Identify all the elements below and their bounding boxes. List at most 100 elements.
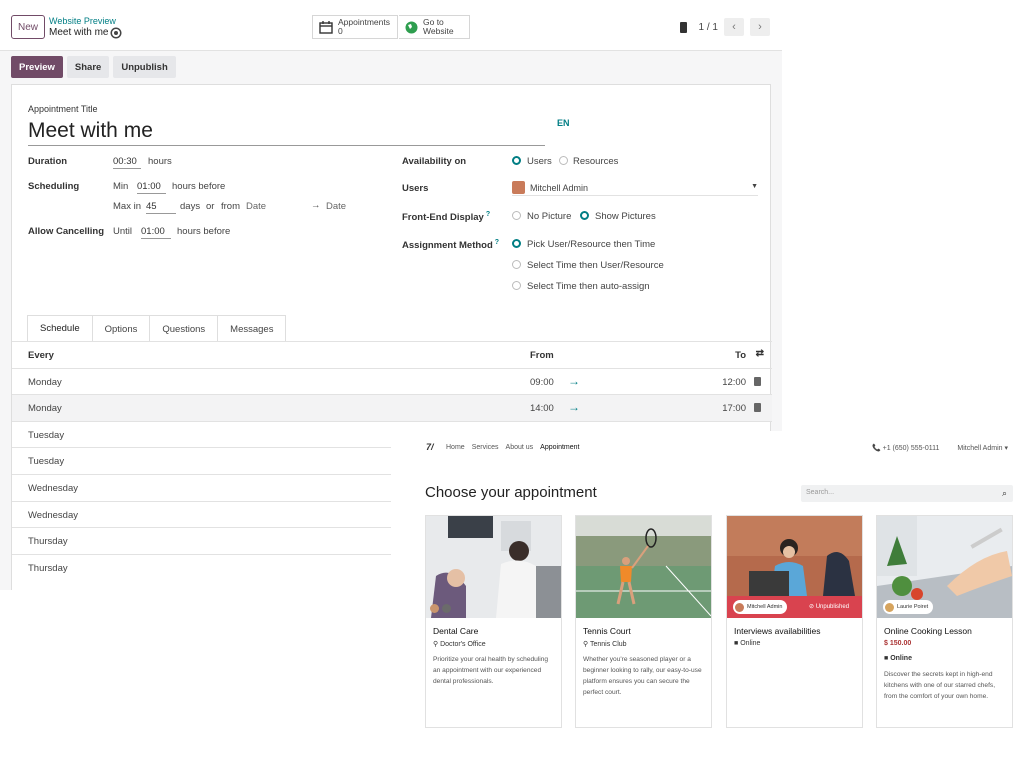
pager-value[interactable]: 1 / 1	[699, 22, 718, 33]
go-to-website-button[interactable]: Go to Website	[399, 15, 470, 39]
nav-services[interactable]: Services	[472, 444, 499, 451]
tab-questions[interactable]: Questions	[149, 315, 219, 342]
appointments-smart-button[interactable]: Appointments 0	[312, 15, 398, 39]
assignment-option-2-label[interactable]: Select Time then User/Resource	[527, 260, 664, 271]
min-label: Min	[113, 181, 129, 192]
users-value: Mitchell Admin	[530, 183, 589, 193]
help-icon[interactable]: ?	[486, 211, 490, 218]
assignment-option-3-radio[interactable]	[512, 281, 521, 290]
staff-badge: Mitchell Admin	[733, 600, 788, 614]
duration-unit: hours	[148, 156, 172, 167]
staff-badge-name: Mitchell Admin	[747, 604, 783, 610]
breadcrumb[interactable]: Website Preview	[49, 16, 116, 26]
column-settings-icon[interactable]: ⇄	[756, 348, 764, 359]
users-select[interactable]: Mitchell Admin ▼	[512, 181, 758, 196]
row-day: Tuesday	[28, 456, 65, 468]
card-title: Dental Care	[433, 626, 479, 636]
arrow-right-icon: →	[568, 373, 580, 388]
website-logo[interactable]: 7/	[426, 442, 434, 452]
new-button[interactable]: New	[11, 15, 45, 39]
duration-input[interactable]: 00:30	[113, 156, 141, 169]
card-location: ■ Online	[884, 655, 912, 662]
staff-avatars	[430, 602, 451, 615]
card-title: Online Cooking Lesson	[884, 626, 972, 636]
card-description: Whether you're seasoned player or a begi…	[583, 656, 702, 696]
row-from[interactable]: 09:00	[530, 377, 554, 388]
website-preview: 7/ Home Services About us Appointment 📞 …	[391, 431, 1024, 759]
assignment-option-2-radio[interactable]	[512, 260, 521, 269]
caret-down-icon: ▾	[1004, 445, 1008, 452]
frontend-nopicture-label[interactable]: No Picture	[527, 211, 571, 222]
help-icon[interactable]: ?	[495, 239, 499, 246]
frontend-showpictures-label[interactable]: Show Pictures	[595, 211, 656, 222]
card-location-text: Online	[740, 640, 761, 647]
unpublish-button[interactable]: Unpublish	[113, 56, 176, 78]
date-to-input[interactable]: Date	[326, 201, 346, 212]
clipboard-icon[interactable]	[679, 21, 687, 33]
pager-next-button[interactable]: ›	[750, 18, 770, 36]
tab-options[interactable]: Options	[91, 315, 151, 342]
availability-users-radio[interactable]	[512, 156, 521, 165]
appointment-card-tennis[interactable]: Tennis Court ⚲ Tennis Club Whether you'r…	[575, 515, 712, 728]
user-menu[interactable]: Mitchell Admin ▾	[957, 444, 1008, 452]
nav-home[interactable]: Home	[446, 444, 465, 451]
phone-number: +1 (650) 555-0111	[882, 445, 940, 452]
assignment-option-3-label[interactable]: Select Time then auto-assign	[527, 281, 650, 292]
nav-appointment[interactable]: Appointment	[540, 444, 579, 451]
appointment-card-cooking[interactable]: Laurie Poiret Online Cooking Lesson $ 15…	[876, 515, 1013, 728]
or-label: or	[206, 201, 215, 212]
availability-resources-radio[interactable]	[559, 156, 568, 165]
control-panel: New Website Preview Meet with me Appoint…	[0, 0, 782, 51]
appointment-card-dental[interactable]: Dental Care ⚲ Doctor's Office Prioritize…	[425, 515, 562, 728]
phone-link[interactable]: 📞 +1 (650) 555-0111	[872, 444, 939, 452]
share-button[interactable]: Share	[66, 56, 110, 78]
row-from[interactable]: 14:00	[530, 403, 554, 414]
appointments-label: Appointments	[338, 17, 390, 27]
max-input[interactable]: 45	[146, 201, 176, 214]
avatar	[512, 181, 525, 194]
website-nav-links: Home Services About us Appointment	[446, 444, 579, 451]
pager-previous-button[interactable]: ‹	[724, 18, 744, 36]
trash-icon[interactable]	[754, 376, 761, 386]
row-day: Thursday	[28, 562, 68, 574]
tab-schedule[interactable]: Schedule	[27, 315, 93, 342]
preview-button[interactable]: Preview	[11, 56, 63, 78]
card-location: ⚲ Tennis Club	[583, 640, 627, 648]
assignment-option-1-label[interactable]: Pick User/Resource then Time	[527, 239, 655, 250]
avatar	[885, 602, 894, 612]
row-to[interactable]: 12:00	[722, 377, 746, 388]
table-header: Every From To ⇄	[12, 341, 772, 368]
min-input[interactable]: 01:00	[137, 181, 166, 194]
table-row[interactable]: Monday 14:00 → 17:00	[12, 394, 772, 421]
date-arrow: →	[311, 200, 321, 211]
availability-resources-label[interactable]: Resources	[573, 156, 618, 167]
frontend-nopicture-radio[interactable]	[512, 211, 521, 220]
users-label: Users	[402, 183, 429, 194]
frontend-showpictures-radio[interactable]	[580, 211, 589, 220]
calendar-icon	[319, 20, 333, 34]
header-every: Every	[28, 350, 54, 361]
availability-users-label[interactable]: Users	[527, 156, 552, 167]
card-description: Discover the secrets kept in high-end ki…	[884, 671, 996, 700]
card-location-text: Tennis Club	[589, 641, 627, 648]
appointment-card-interviews[interactable]: Mitchell Admin ⊘ Unpublished Interviews …	[726, 515, 863, 728]
assignment-option-1-radio[interactable]	[512, 239, 521, 248]
row-to[interactable]: 17:00	[722, 403, 746, 414]
unpublished-icon: ⊘	[809, 604, 816, 610]
nav-about[interactable]: About us	[506, 444, 534, 451]
table-row[interactable]: Monday 09:00 → 12:00	[12, 367, 772, 395]
website-search-input[interactable]: Search... ⌕	[801, 485, 1013, 502]
language-button[interactable]: EN	[557, 118, 570, 128]
cancel-input[interactable]: 01:00	[141, 226, 171, 239]
unpublished-status: ⊘ Unpublished	[809, 603, 849, 610]
phone-icon: 📞	[871, 445, 883, 452]
tab-messages[interactable]: Messages	[217, 315, 287, 342]
trash-icon[interactable]	[754, 403, 761, 413]
globe-icon	[405, 21, 418, 33]
title-input[interactable]: Meet with me	[28, 119, 545, 146]
date-from-input[interactable]: Date	[246, 201, 266, 212]
assignment-label: Assignment Method?	[402, 239, 499, 251]
user-name: Mitchell Admin	[957, 445, 1003, 452]
gear-icon[interactable]	[112, 28, 121, 37]
search-icon[interactable]: ⌕	[1002, 488, 1007, 499]
